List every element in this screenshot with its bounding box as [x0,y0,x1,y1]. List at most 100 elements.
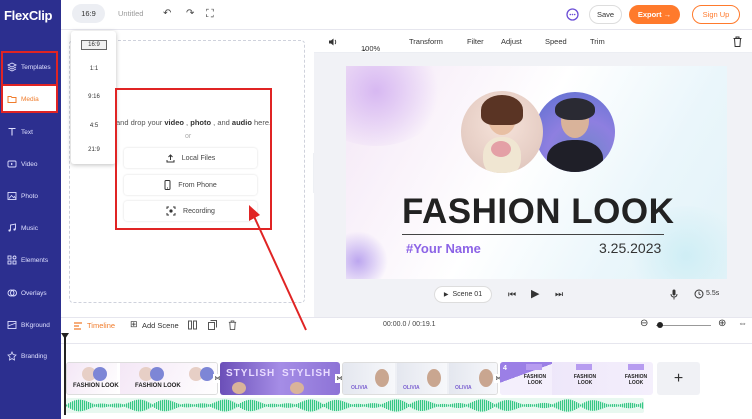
split-icon[interactable] [188,320,197,330]
scene-selector[interactable]: ▶ Scene 01 [434,286,492,303]
zoom-slider-handle[interactable] [657,322,663,328]
add-clip-button[interactable]: + [657,362,700,395]
timeline-icon [74,322,82,330]
time-readout: 00:00.0 / 00:19.1 [383,321,436,328]
timeline-label[interactable]: Timeline [87,321,115,330]
zoom-in-icon[interactable]: ⊕ [718,318,726,329]
ratio-option-ratio-21-9[interactable]: 21:9 [81,145,107,155]
clip-thumbnail-text: FASHION LOOK [573,374,597,386]
clip-thumbnail-text: STYLISH [282,368,332,379]
timeline-ruler [61,343,752,344]
delete-scene-icon[interactable] [228,320,237,330]
skip-forward-icon[interactable]: ⏭ [555,289,563,300]
sidebar-item-label: Video [21,160,38,168]
volume-icon[interactable] [328,37,338,47]
music-icon [8,223,16,232]
add-scene-button[interactable]: Add Scene [142,321,179,330]
project-title[interactable]: Untitled [118,9,143,18]
save-button[interactable]: Save [589,5,622,24]
play-icon[interactable]: ▶ [531,287,539,300]
clip-number: 4 [503,365,507,372]
ratio-option-ratio-9-16[interactable]: 9:16 [81,92,107,102]
clip-thumbnail-text: STYLISH [226,368,276,379]
undo-icon[interactable]: ↶ [163,8,171,19]
background-icon [7,321,17,329]
flexclip-logo: FlexClip [4,8,53,23]
sidebar-item-label: Music [21,224,38,232]
sign-up-button[interactable]: Sign Up [692,5,740,24]
ratio-option-ratio-1-1[interactable]: 1:1 [81,64,107,74]
add-scene-icon[interactable]: ⊞ [130,319,138,330]
sidebar-item-label: Branding [21,352,48,360]
clip-thumbnail-text: FASHION LOOK [624,374,648,386]
chevron-down-icon: ⌄ [361,44,368,53]
adjust-button[interactable]: Adjust [501,37,522,46]
sidebar-item-label: Elements [21,256,49,264]
duration-icon [694,289,704,299]
slide-date[interactable]: 3.25.2023 [599,240,661,256]
clip-thumbnail-text: OLIVIA [403,385,420,391]
fullscreen-icon[interactable]: ⛶ [206,8,214,21]
highlight-templates [1,51,58,86]
sidebar-item-overlays[interactable]: Overlays [2,279,58,307]
decor-blob [346,231,388,279]
audio-waveform [66,399,644,412]
slide-title[interactable]: FASHION LOOK [402,192,674,232]
clip-thumbnail-text: OLIVIA [351,385,368,391]
fit-timeline-icon[interactable]: ⇔ [738,318,747,328]
sidebar-item-bkground[interactable]: BKground [2,311,58,339]
slide-canvas[interactable]: FASHION LOOK #Your Name 3.25.2023 [346,66,727,279]
slide-name[interactable]: #Your Name [406,241,481,256]
text-icon [8,127,16,136]
flexclip-editor: 16:9 Untitled ↶ ↷ ⛶ Save Export → Sign U… [0,0,752,419]
highlight-upload-options [115,88,272,230]
plus-icon: + [673,369,684,387]
clip-thumbnail-text: FASHION LOOK [135,383,181,389]
sidebar-item-label: BKground [21,321,50,329]
branding-icon [7,351,17,361]
sidebar-item-branding[interactable]: Branding [2,342,58,370]
scene-duration[interactable]: 5.5s [706,290,719,297]
portrait-photo-1 [461,91,543,173]
playhead[interactable] [64,335,66,415]
ratio-option-ratio-16-9[interactable]: 16:9 [81,40,107,50]
export-button[interactable]: Export → [629,5,680,24]
video-icon [7,160,17,168]
aspect-ratio-menu: 16:9 1:1 9:16 4:5 21:9 [71,31,116,164]
sidebar-item-music[interactable]: Music [2,214,58,242]
sidebar-item-label: Text [21,128,33,136]
play-small-icon: ▶ [443,292,449,298]
clip-thumbnail-text: FASHION LOOK [523,374,547,386]
shapes-icon [7,255,17,265]
trim-button[interactable]: Trim [590,37,605,46]
sidebar-item-label: Photo [21,192,38,200]
transform-button[interactable]: Transform [409,37,443,46]
speed-button[interactable]: Speed [545,37,567,46]
redo-icon[interactable]: ↷ [186,8,194,19]
portrait-photo-2 [535,92,615,172]
microphone-icon[interactable] [670,289,678,300]
filter-button[interactable]: Filter [467,37,484,46]
sidebar-item-text[interactable]: Text [2,118,58,146]
clip-thumbnail-text: FASHION LOOK [73,383,119,389]
overlay-icon [7,289,17,297]
ratio-option-ratio-4-5[interactable]: 4:5 [81,121,107,131]
audio-track[interactable] [66,398,644,413]
highlight-media [1,84,58,113]
chat-icon[interactable] [566,8,579,21]
sidebar-item-video[interactable]: Video [2,150,58,178]
duplicate-icon[interactable] [208,320,217,330]
timeline-clip-3[interactable]: OLIVIA OLIVIA OLIVIA [342,362,498,395]
trash-icon[interactable] [733,36,742,47]
timeline-zoom-slider[interactable] [656,325,711,326]
title-underline [402,234,664,235]
zoom-out-icon[interactable]: ⊖ [640,318,648,329]
sidebar-item-elements[interactable]: Elements [2,246,58,274]
skip-back-icon[interactable]: ⏮ [508,289,516,300]
timeline-clip-2[interactable]: STYLISH STYLISH [220,362,340,395]
timeline-clip-1[interactable]: FASHION LOOK FASHION LOOK [66,362,218,395]
sidebar-item-photo[interactable]: Photo [2,182,58,210]
aspect-ratio-button[interactable]: 16:9 [72,4,105,23]
sidebar-item-label: Overlays [21,289,47,297]
timeline-clip-4[interactable]: FASHION LOOK FASHION LOOK FASHION LOOK 4 [500,362,653,395]
